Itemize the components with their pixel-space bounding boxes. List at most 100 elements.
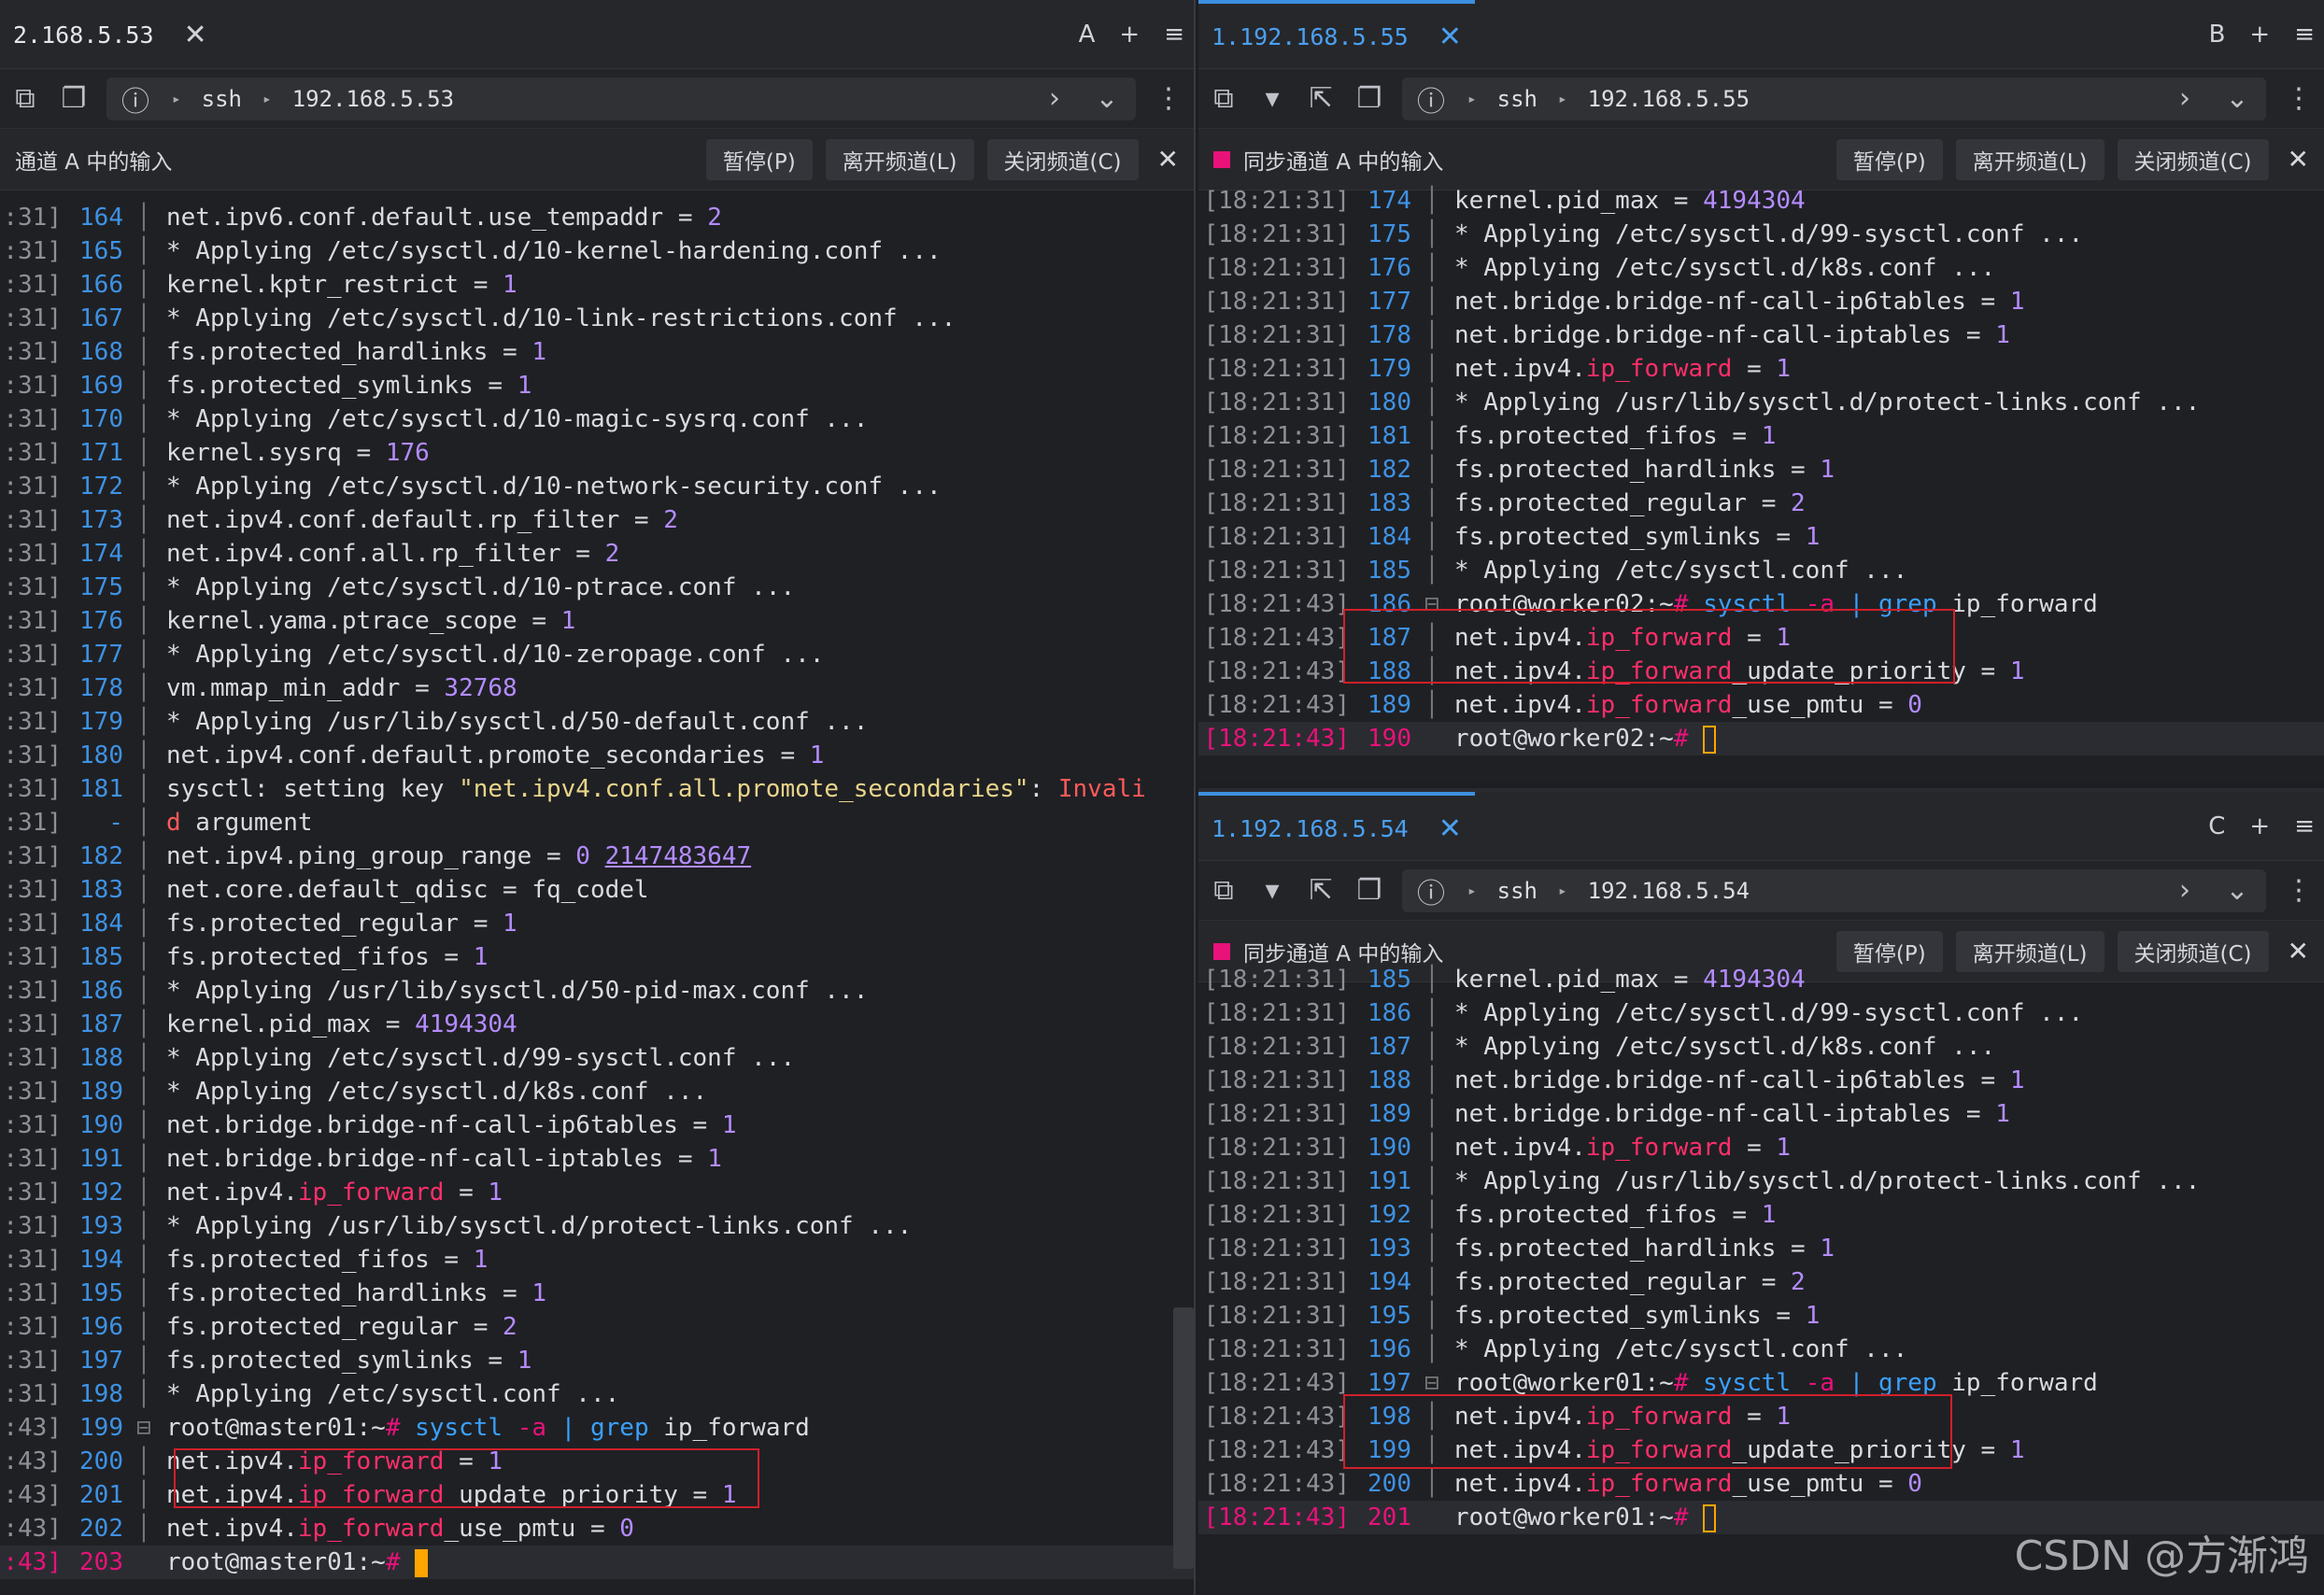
terminal-output[interactable]: :31] 164 │ net.ipv6.conf.default.use_tempad… [0, 201, 1194, 1579]
protocol-label: ssh [201, 85, 242, 112]
timestamp: [18:21:31] [1203, 254, 1350, 282]
sync-bar: 同步通道 A 中的输入 暂停(P) 离开频道(L) 关闭频道(C) ✕ [1198, 129, 2324, 191]
terminal-pane-c[interactable]: 1.192.168.5.54 ✕ C + ≡ ⧉ ▾ ⇱ ❐ ⓘ ▸ ssh ▸… [1198, 788, 2324, 1595]
duplicate-icon[interactable]: ❐ [58, 82, 90, 115]
more-icon[interactable]: ⋮ [1153, 82, 1184, 115]
address-field[interactable]: ⓘ ▸ ssh ▸ 192.168.5.55 › ⌄ [1402, 77, 2266, 120]
timestamp: :31] [3, 977, 62, 1005]
leave-channel-button[interactable]: 离开频道(L) [825, 138, 974, 180]
line-number: 189 [79, 1078, 123, 1106]
scrollbar[interactable] [1173, 1307, 1194, 1569]
timestamp: :31] [3, 674, 62, 702]
menu-icon[interactable]: ≡ [2294, 812, 2315, 840]
fold-gutter: │ [136, 1347, 151, 1375]
terminal-text: sysctl: setting key "net.ipv4.conf.all.p… [166, 775, 1146, 803]
add-tab-icon[interactable]: + [2249, 812, 2270, 840]
new-session-icon[interactable]: ⧉ [1208, 874, 1240, 907]
cursor [1703, 725, 1717, 754]
terminal-pane-a[interactable]: 2.168.5.53 ✕ A + ≡ ⧉ ❐ ⓘ ▸ ssh ▸ 192.168… [0, 0, 1196, 1595]
timestamp: [18:21:31] [1203, 966, 1350, 994]
timestamp: [18:21:31] [1203, 1201, 1350, 1229]
terminal-line: [18:21:31] 188 │ net.bridge.bridge-nf-call-… [1198, 1064, 2324, 1097]
info-icon[interactable]: ⓘ [1415, 78, 1447, 120]
new-session-icon[interactable]: ⧉ [9, 82, 41, 115]
chevron-down-icon[interactable]: ⌄ [2221, 82, 2253, 115]
more-icon[interactable]: ⋮ [2283, 82, 2315, 115]
close-icon[interactable]: ✕ [1157, 144, 1179, 175]
chevron-down-icon[interactable]: ⌄ [2221, 874, 2253, 907]
line-number: 175 [79, 573, 123, 601]
fold-gutter: │ [136, 237, 151, 265]
line-number: 176 [1367, 254, 1411, 282]
timestamp: [18:21:31] [1203, 220, 1350, 248]
line-number: 194 [1367, 1268, 1411, 1296]
terminal-text: * Applying /etc/sysctl.d/10-link-restric… [166, 304, 957, 332]
host-label: 192.168.5.53 [291, 85, 455, 112]
line-number: 177 [1367, 288, 1411, 316]
tab-session-a[interactable]: 2.168.5.53 ✕ [0, 0, 220, 69]
fold-gutter: │ [136, 573, 151, 601]
dropdown-icon[interactable]: ▾ [1256, 82, 1288, 115]
close-tab-icon[interactable]: ✕ [1438, 21, 1462, 53]
dropdown-icon[interactable]: ▾ [1256, 874, 1288, 907]
tab-label: 2.168.5.53 [13, 21, 154, 49]
more-icon[interactable]: ⋮ [2283, 874, 2315, 907]
timestamp: [18:21:31] [1203, 321, 1350, 349]
address-bar: ⧉ ▾ ⇱ ❐ ⓘ ▸ ssh ▸ 192.168.5.54 › ⌄ ⋮ [1198, 861, 2324, 921]
chevron-right-icon[interactable]: › [2169, 874, 2201, 907]
fold-gutter: │ [1424, 489, 1439, 517]
close-icon[interactable]: ✕ [2288, 144, 2309, 175]
timestamp: :31] [3, 372, 62, 400]
timestamp: :43] [3, 1481, 62, 1509]
terminal-line: :31] 167 │ * Applying /etc/sysctl.d/10-link… [0, 302, 1194, 335]
terminal-pane-b[interactable]: 1.192.168.5.55 ✕ B + ≡ ⧉ ▾ ⇱ ❐ ⓘ ▸ ssh ▸… [1198, 0, 2324, 783]
separator-icon: ▸ [262, 90, 272, 107]
menu-icon[interactable]: ≡ [1164, 21, 1184, 49]
line-number: 181 [1367, 422, 1411, 450]
chevron-right-icon[interactable]: › [2169, 82, 2201, 115]
close-tab-icon[interactable]: ✕ [184, 19, 207, 51]
fold-gutter: │ [1424, 388, 1439, 416]
new-session-icon[interactable]: ⧉ [1208, 82, 1240, 115]
pause-button[interactable]: 暂停(P) [705, 138, 813, 180]
duplicate-icon[interactable]: ❐ [1353, 874, 1385, 907]
terminal-text: * Applying /usr/lib/sysctl.d/protect-lin… [1454, 388, 2201, 416]
terminal-text: fs.protected_symlinks = 1 [166, 1347, 532, 1375]
info-icon[interactable]: ⓘ [1415, 870, 1447, 911]
close-channel-button[interactable]: 关闭频道(C) [986, 138, 1139, 180]
detach-icon[interactable]: ⇱ [1305, 82, 1337, 115]
line-number: 164 [79, 204, 123, 232]
info-icon[interactable]: ⓘ [120, 78, 151, 120]
chevron-down-icon[interactable]: ⌄ [1091, 82, 1123, 115]
terminal-line: :31] 183 │ net.core.default_qdisc = fq_code… [0, 873, 1194, 907]
menu-icon[interactable]: ≡ [2294, 21, 2315, 49]
chevron-right-icon[interactable]: › [1039, 82, 1070, 115]
timestamp: :31] [3, 775, 62, 803]
line-number: 198 [79, 1380, 123, 1408]
terminal-line: :31] 172 │ * Applying /etc/sysctl.d/10-netw… [0, 470, 1194, 503]
address-field[interactable]: ⓘ ▸ ssh ▸ 192.168.5.54 › ⌄ [1402, 868, 2266, 912]
close-channel-button[interactable]: 关闭频道(C) [2117, 138, 2269, 180]
pause-button[interactable]: 暂停(P) [1835, 138, 1943, 180]
fold-gutter: │ [136, 1212, 151, 1240]
timestamp: :31] [3, 540, 62, 568]
terminal-text: kernel.kptr_restrict = 1 [166, 271, 517, 299]
line-number: 172 [79, 473, 123, 501]
duplicate-icon[interactable]: ❐ [1353, 82, 1385, 115]
close-tab-icon[interactable]: ✕ [1438, 812, 1462, 845]
leave-channel-button[interactable]: 离开频道(L) [1955, 138, 2104, 180]
line-number: 171 [79, 439, 123, 467]
timestamp: [18:21:31] [1203, 1066, 1350, 1094]
terminal-text: net.ipv4.ip_forward = 1 [1454, 355, 1792, 383]
add-tab-icon[interactable]: + [1119, 21, 1140, 49]
detach-icon[interactable]: ⇱ [1305, 874, 1337, 907]
highlight-box [1343, 609, 1955, 684]
timestamp: :43] [3, 1548, 62, 1576]
tab-session-c[interactable]: 1.192.168.5.54 ✕ [1198, 792, 1475, 861]
line-number: 192 [79, 1179, 123, 1207]
tab-session-b[interactable]: 1.192.168.5.55 ✕ [1198, 0, 1475, 69]
line-number: 184 [1367, 523, 1411, 551]
add-tab-icon[interactable]: + [2249, 21, 2270, 49]
line-number: 191 [1367, 1167, 1411, 1195]
address-field[interactable]: ⓘ ▸ ssh ▸ 192.168.5.53 › ⌄ [106, 77, 1136, 120]
